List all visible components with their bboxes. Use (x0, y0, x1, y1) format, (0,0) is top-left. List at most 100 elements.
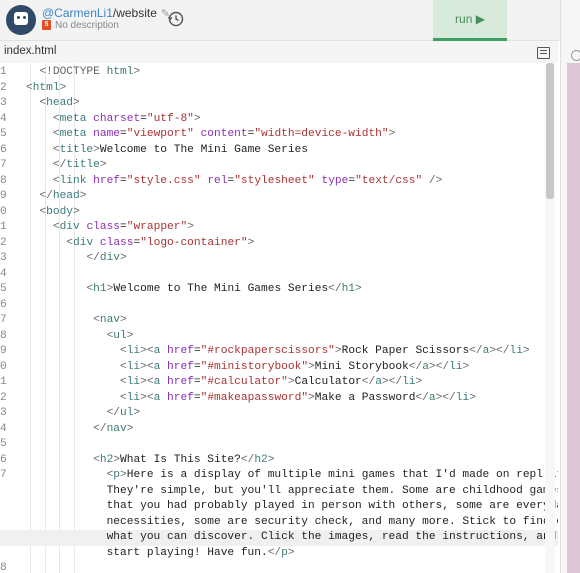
code-line[interactable]: necessities, some are security check, an… (0, 515, 558, 531)
line-number: 3 (0, 97, 7, 109)
line-number: 5 (0, 128, 7, 140)
line-number: 7 (0, 469, 7, 481)
robot-eye-right (23, 16, 26, 19)
code-line[interactable]: 0 <li><a href="#ministorybook">Mini Stor… (0, 360, 558, 376)
line-number: 1 (0, 376, 7, 388)
code-text[interactable]: <title>Welcome to The Mini Game Series (26, 143, 308, 159)
tab-index-html[interactable]: index.html (4, 45, 56, 57)
code-line[interactable]: 8 <link href="style.css" rel="stylesheet… (0, 174, 558, 190)
code-line[interactable]: 3 <head> (0, 96, 558, 112)
code-line[interactable]: start playing! Have fun.</p> (0, 546, 558, 562)
line-number: 4 (0, 422, 7, 435)
code-text[interactable]: </head> (26, 189, 86, 205)
right-pane (560, 0, 580, 573)
file-tab-bar: index.html (0, 41, 558, 64)
editor-scrollbar[interactable] (545, 63, 555, 573)
code-line[interactable]: 3 </div> (0, 251, 558, 267)
code-text[interactable]: They're simple, but you'll appreciate th… (26, 484, 558, 500)
code-line[interactable]: 4 </nav> (0, 422, 558, 438)
code-text[interactable]: <head> (26, 96, 79, 112)
code-text[interactable]: <li><a href="#makeapassword">Make a Pass… (26, 391, 476, 407)
output-strip (567, 63, 580, 573)
code-line[interactable]: 6 <h2>What Is This Site?</h2> (0, 453, 558, 469)
code-line[interactable]: 8 (0, 561, 558, 573)
code-line[interactable]: 6 (0, 298, 558, 314)
code-line[interactable]: 7 <p>Here is a display of multiple mini … (0, 468, 558, 484)
avatar[interactable] (6, 5, 36, 35)
line-number: 8 (0, 562, 7, 573)
code-text[interactable]: <h1>Welcome to The Mini Games Series</h1… (26, 282, 361, 298)
line-number: 1 (0, 221, 7, 233)
repo-description: 5 No description (42, 20, 119, 31)
robot-eye-left (17, 16, 20, 19)
code-text[interactable]: <h2>What Is This Site?</h2> (26, 453, 274, 469)
code-editor[interactable]: 1 <!DOCTYPE html> 2 <html> 3 <head> 4 <meta … (0, 63, 558, 573)
code-text[interactable]: </title> (26, 158, 107, 174)
code-text[interactable]: <!DOCTYPE html> (26, 65, 140, 81)
file-menu-icon[interactable] (537, 47, 550, 59)
run-button[interactable]: run ▶ (433, 0, 507, 41)
line-number: 0 (0, 205, 7, 218)
line-number: 6 (0, 143, 7, 156)
line-number: 9 (0, 345, 7, 357)
code-line[interactable]: 2 <div class="logo-container"> (0, 236, 558, 252)
code-line[interactable]: 2 <html> (0, 81, 558, 97)
code-text[interactable]: <meta name="viewport" content="width=dev… (26, 127, 395, 143)
code-text[interactable]: <div class="wrapper"> (26, 220, 194, 236)
code-text[interactable]: <body> (26, 205, 79, 221)
code-line[interactable]: 7 <nav> (0, 313, 558, 329)
code-text[interactable]: start playing! Have fun.</p> (26, 546, 295, 562)
line-number: 6 (0, 298, 7, 311)
line-number: 9 (0, 190, 7, 202)
line-number: 4 (0, 112, 7, 125)
code-text[interactable]: <li><a href="#ministorybook">Mini Storyb… (26, 360, 469, 376)
code-line[interactable]: 3 </ul> (0, 406, 558, 422)
code-text[interactable]: <link href="style.css" rel="stylesheet" … (26, 174, 443, 190)
code-text[interactable]: <p>Here is a display of multiple mini ga… (26, 468, 558, 484)
code-text[interactable]: <ul> (26, 329, 134, 345)
code-line[interactable]: 4 <meta charset="utf-8"> (0, 112, 558, 128)
repo-title: @CarmenLi1/website ✎ (42, 6, 170, 20)
code-line[interactable]: that you had probably played in person w… (0, 499, 558, 515)
code-text[interactable]: </ul> (26, 406, 141, 422)
line-number: 5 (0, 283, 7, 295)
code-text[interactable]: <div class="logo-container"> (26, 236, 254, 252)
code-line[interactable]: 8 <ul> (0, 329, 558, 345)
code-text[interactable]: that you had probably played in person w… (26, 499, 558, 515)
code-line[interactable]: what you can discover. Click the images,… (0, 530, 558, 546)
line-number: 7 (0, 314, 7, 326)
code-text[interactable]: what you can discover. Click the images,… (26, 530, 557, 546)
code-line[interactable]: 5 (0, 437, 558, 453)
scrollbar-thumb[interactable] (546, 63, 554, 199)
repo-name[interactable]: /website (113, 6, 157, 20)
line-number: 2 (0, 81, 7, 94)
code-line[interactable]: 5 <h1>Welcome to The Mini Games Series</… (0, 282, 558, 298)
code-line[interactable]: 7 </title> (0, 158, 558, 174)
search-icon[interactable] (571, 50, 580, 61)
line-number: 3 (0, 252, 7, 264)
code-line[interactable]: 2 <li><a href="#makeapassword">Make a Pa… (0, 391, 558, 407)
code-line[interactable]: 9 </head> (0, 189, 558, 205)
code-text[interactable]: <li><a href="#rockpaperscissors">Rock Pa… (26, 344, 530, 360)
code-line[interactable]: 1 <div class="wrapper"> (0, 220, 558, 236)
code-text[interactable]: </div> (26, 251, 126, 267)
code-text[interactable]: necessities, some are security check, an… (26, 515, 558, 531)
repo-owner-link[interactable]: @CarmenLi1 (42, 6, 113, 20)
code-line[interactable]: 4 (0, 267, 558, 283)
code-line[interactable]: 5 <meta name="viewport" content="width=d… (0, 127, 558, 143)
code-line[interactable]: 6 <title>Welcome to The Mini Game Series (0, 143, 558, 159)
code-text[interactable]: <html> (26, 81, 66, 97)
code-line[interactable]: 9 <li><a href="#rockpaperscissors">Rock … (0, 344, 558, 360)
code-text[interactable]: </nav> (26, 422, 133, 438)
code-line[interactable]: 0 <body> (0, 205, 558, 221)
code-line[interactable]: 1 <li><a href="#calculator">Calculator</… (0, 375, 558, 391)
code-line[interactable]: They're simple, but you'll appreciate th… (0, 484, 558, 500)
code-text[interactable]: <meta charset="utf-8"> (26, 112, 201, 128)
code-line[interactable]: 1 <!DOCTYPE html> (0, 65, 558, 81)
history-icon[interactable] (166, 9, 186, 29)
code-text[interactable]: <nav> (26, 313, 127, 329)
line-number: 5 (0, 438, 7, 450)
line-number: 8 (0, 174, 7, 187)
description-text[interactable]: No description (55, 20, 119, 31)
code-text[interactable]: <li><a href="#calculator">Calculator</a>… (26, 375, 422, 391)
